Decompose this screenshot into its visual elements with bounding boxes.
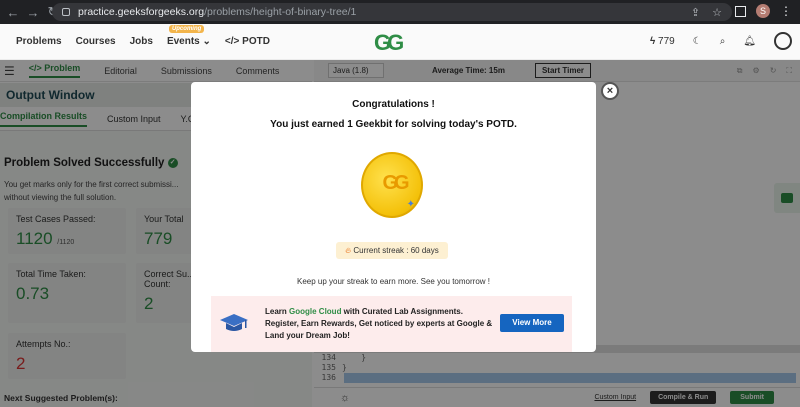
- bookmark-star-icon[interactable]: ☆: [712, 6, 722, 19]
- geekbit-coin-icon: GG ✦: [361, 152, 423, 218]
- dark-mode-icon[interactable]: ☾: [693, 36, 702, 47]
- congratulations-modal: Congratulations ! You just earned 1 Geek…: [191, 82, 596, 352]
- search-icon[interactable]: ⌕: [720, 36, 726, 47]
- fire-icon: 🔥︎: [345, 246, 352, 255]
- nav-courses[interactable]: Courses: [76, 36, 116, 47]
- modal-subtitle: You just earned 1 Geekbit for solving to…: [270, 119, 517, 130]
- view-more-button[interactable]: View More: [500, 314, 564, 332]
- lock-icon: [62, 8, 70, 16]
- share-icon[interactable]: ⇪: [691, 6, 700, 19]
- url-path: /problems/height-of-binary-tree/1: [204, 6, 357, 18]
- chevron-down-icon: ⌄: [202, 36, 211, 47]
- url-domain: practice.geeksforgeeks.org: [78, 6, 205, 18]
- streak-badge: 🔥︎ Current streak : 60 days: [336, 242, 448, 259]
- close-modal-button[interactable]: ×: [601, 82, 619, 100]
- site-nav: Problems Courses Jobs Upcoming Events ⌄ …: [16, 25, 284, 47]
- sidebar-toggle-icon[interactable]: [735, 5, 746, 17]
- address-bar[interactable]: practice.geeksforgeeks.org/problems/heig…: [52, 3, 732, 21]
- site-header: Problems Courses Jobs Upcoming Events ⌄ …: [0, 24, 800, 60]
- keep-streak-text: Keep up your streak to earn more. See yo…: [297, 277, 490, 286]
- nav-jobs[interactable]: Jobs: [130, 36, 153, 47]
- browser-chrome: ← → ↻ practice.geeksforgeeks.org/problem…: [0, 0, 800, 24]
- bolt-icon: ϟ: [649, 35, 656, 47]
- profile-avatar[interactable]: S: [756, 4, 770, 18]
- gfg-logo[interactable]: GG: [374, 30, 414, 55]
- user-avatar[interactable]: [774, 32, 792, 50]
- google-cloud-promo: Learn Google Cloud with Curated Lab Assi…: [211, 296, 572, 352]
- sparkle-icon: ✦: [406, 199, 415, 210]
- promo-text: Learn Google Cloud with Curated Lab Assi…: [265, 307, 493, 340]
- modal-title: Congratulations !: [352, 99, 435, 110]
- nav-problems[interactable]: Problems: [16, 36, 62, 47]
- graduation-cap-icon: [220, 314, 248, 331]
- back-icon[interactable]: ←: [6, 5, 20, 20]
- bell-icon[interactable]: 🔔︎: [743, 36, 756, 47]
- nav-events[interactable]: Upcoming Events ⌄: [167, 25, 211, 47]
- streak-counter[interactable]: ϟ 779: [650, 36, 675, 47]
- upcoming-badge: Upcoming: [168, 25, 205, 33]
- nav-potd[interactable]: </> POTD: [225, 36, 270, 47]
- forward-icon[interactable]: →: [26, 5, 40, 20]
- browser-menu-icon[interactable]: ⋮: [780, 4, 792, 18]
